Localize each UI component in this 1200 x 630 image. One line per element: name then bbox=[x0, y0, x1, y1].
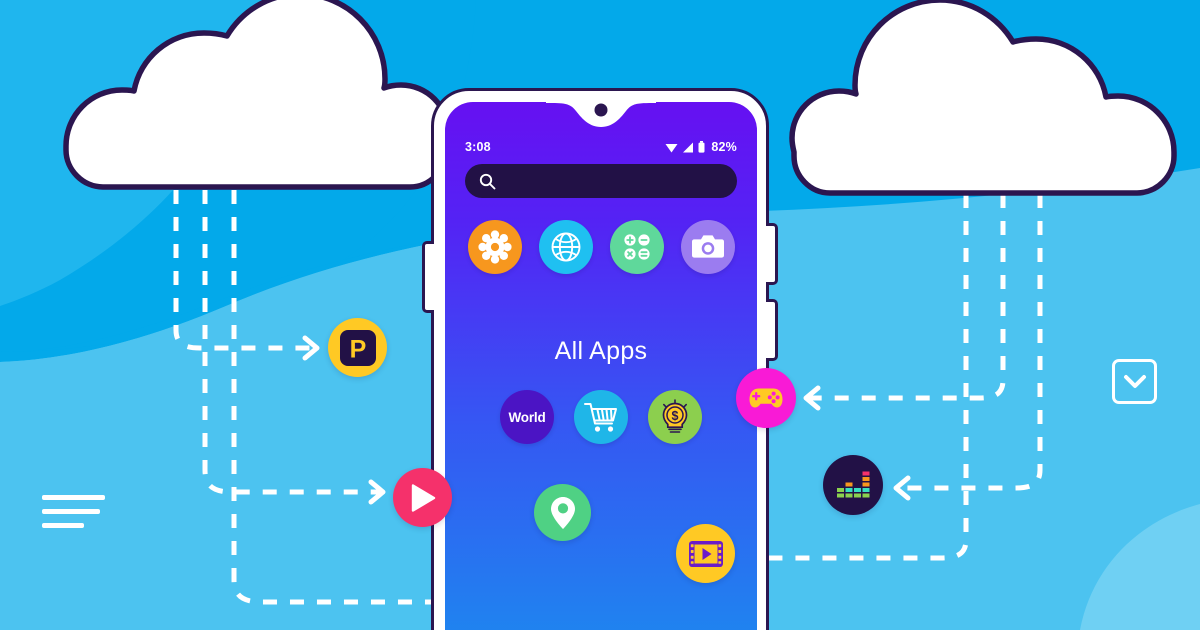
chevron-down-icon bbox=[1123, 374, 1146, 388]
all-apps-title: All Apps bbox=[554, 337, 648, 365]
all-apps-row: World $ bbox=[445, 390, 757, 444]
gear-icon bbox=[477, 230, 512, 264]
chevron-down-box[interactable] bbox=[1112, 359, 1157, 404]
volume-button-left[interactable] bbox=[422, 241, 434, 313]
globe-icon bbox=[551, 232, 580, 262]
svg-text:$: $ bbox=[672, 409, 679, 423]
dock-app-row bbox=[445, 220, 757, 274]
dollar-lightbulb-icon: $ bbox=[662, 399, 688, 433]
gamepad-icon bbox=[749, 388, 783, 408]
camera-icon bbox=[691, 235, 724, 258]
status-bar: 3:08 82% bbox=[445, 140, 757, 154]
cloud-right bbox=[789, 0, 1177, 196]
app-icon-browser[interactable] bbox=[538, 220, 593, 274]
app-icon-settings[interactable] bbox=[467, 220, 522, 274]
app-icon-shop[interactable] bbox=[574, 390, 628, 444]
film-strip-icon bbox=[688, 540, 723, 567]
shopping-cart-icon bbox=[584, 403, 617, 432]
volume-button-right[interactable] bbox=[766, 299, 778, 361]
calculator-icon bbox=[623, 234, 650, 260]
menu-line bbox=[42, 509, 100, 514]
app-icon-camera[interactable] bbox=[680, 220, 735, 274]
search-icon bbox=[479, 173, 496, 189]
floating-app-games[interactable] bbox=[736, 368, 796, 428]
play-icon bbox=[411, 483, 435, 512]
search-input[interactable] bbox=[465, 164, 737, 198]
floating-app-parking[interactable]: P bbox=[328, 318, 387, 377]
battery-percent: 82% bbox=[711, 140, 737, 154]
app-icon-world[interactable]: World bbox=[500, 390, 554, 444]
menu-lines-decoration bbox=[42, 495, 105, 528]
equalizer-icon bbox=[837, 471, 870, 498]
phone-notch bbox=[546, 102, 656, 131]
front-camera-icon bbox=[594, 103, 608, 117]
power-button-right[interactable] bbox=[766, 223, 778, 285]
wifi-icon bbox=[665, 143, 678, 152]
app-icon-finance[interactable]: $ bbox=[648, 390, 702, 444]
floating-app-music[interactable] bbox=[823, 455, 883, 515]
floating-app-video-player[interactable] bbox=[393, 468, 452, 527]
app-icon-calculator[interactable] bbox=[609, 220, 664, 274]
floating-app-movies[interactable] bbox=[676, 524, 735, 583]
svg-text:P: P bbox=[349, 335, 366, 363]
parking-p-icon: P bbox=[339, 329, 376, 366]
illustration-canvas: 3:08 82% All Apps World $ P bbox=[0, 0, 1200, 630]
menu-line bbox=[42, 495, 105, 500]
battery-icon bbox=[698, 141, 705, 153]
floating-app-maps[interactable] bbox=[534, 484, 591, 541]
signal-icon bbox=[683, 142, 694, 152]
map-pin-icon bbox=[550, 496, 575, 529]
menu-line bbox=[42, 523, 84, 528]
app-label-world: World bbox=[508, 409, 546, 425]
status-indicators: 82% bbox=[665, 140, 737, 154]
status-time: 3:08 bbox=[465, 140, 491, 154]
